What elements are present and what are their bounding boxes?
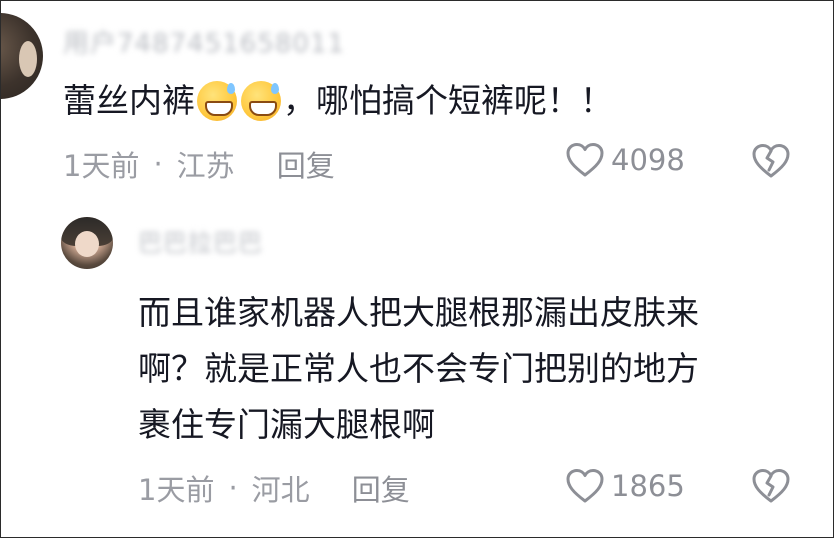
grinning-sweat-emoji-icon <box>197 81 237 121</box>
reply-text-line: 而且谁家机器人把大腿根那漏出皮肤来 <box>138 293 699 332</box>
dislike-button[interactable] <box>751 468 791 508</box>
comment-location: 江苏 <box>176 149 235 183</box>
comment-username[interactable]: 用户7487451658011 <box>63 23 345 60</box>
like-button[interactable]: 1865 <box>565 468 685 504</box>
reply-time: 1天前 <box>138 473 215 507</box>
comment-time: 1天前 <box>63 149 140 183</box>
meta-separator: · <box>153 147 163 181</box>
reply-text-line: 啊？就是正常人也不会专门把别的地方 <box>138 349 699 388</box>
comment-text: 蕾丝内裤 ，哪怕搞个短裤呢！！ <box>63 77 613 125</box>
avatar[interactable] <box>61 217 113 269</box>
comment-meta: 1天前 · 江苏 回复 <box>63 143 335 185</box>
comment-text-part: ，哪怕搞个短裤呢！！ <box>283 81 613 120</box>
meta-separator: · <box>228 471 238 505</box>
broken-heart-icon <box>752 144 790 178</box>
heart-icon <box>566 469 604 503</box>
broken-heart-icon <box>752 469 790 503</box>
heart-icon <box>566 143 604 177</box>
comment-section: 用户7487451658011 蕾丝内裤 ，哪怕搞个短裤呢！！ 1天前 · 江苏… <box>0 0 834 538</box>
reply-text: 而且谁家机器人把大腿根那漏出皮肤来 啊？就是正常人也不会专门把别的地方 裹住专门… <box>138 285 699 453</box>
reply-button[interactable]: 回复 <box>352 467 410 509</box>
avatar[interactable] <box>1 13 43 99</box>
reply-meta: 1天前 · 河北 回复 <box>138 467 410 509</box>
reply-location: 河北 <box>251 473 310 507</box>
comment-text-part: 蕾丝内裤 <box>63 81 195 120</box>
like-count: 1865 <box>611 469 685 503</box>
grinning-sweat-emoji-icon <box>241 81 281 121</box>
like-count: 4098 <box>611 143 685 177</box>
reply-button[interactable]: 回复 <box>277 143 335 185</box>
reply-username[interactable]: 巴巴拉巴巴 <box>138 223 263 258</box>
dislike-button[interactable] <box>751 143 791 183</box>
like-button[interactable]: 4098 <box>565 142 685 178</box>
reply-text-line: 裹住专门漏大腿根啊 <box>138 405 435 444</box>
